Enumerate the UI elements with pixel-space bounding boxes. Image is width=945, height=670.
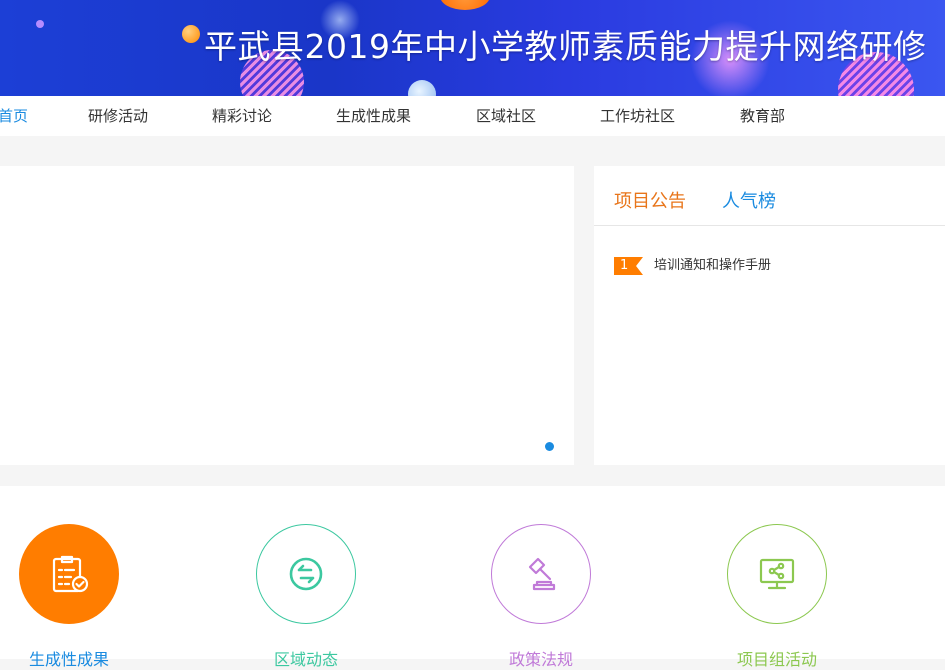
nav-item-outcomes[interactable]: 生成性成果 xyxy=(336,96,411,136)
feature-label[interactable]: 项目组活动 xyxy=(697,650,857,670)
nav-item-workshop[interactable]: 工作坊社区 xyxy=(600,96,675,136)
monitor-share-icon[interactable] xyxy=(727,524,827,624)
nav-item-home[interactable]: 首页 xyxy=(0,96,28,136)
feature-outcomes[interactable]: 生成性成果 xyxy=(19,524,119,669)
notice-panel: 项目公告 人气榜 1 培训通知和操作手册 xyxy=(594,166,945,465)
site-title: 平武县2019年中小学教师素质能力提升网络研修 xyxy=(204,27,927,66)
tab-popular[interactable]: 人气榜 xyxy=(722,190,776,214)
feature-project-activity[interactable]: 项目组活动 xyxy=(727,524,827,669)
rank-badge: 1 xyxy=(614,257,643,275)
notice-title[interactable]: 培训通知和操作手册 xyxy=(654,256,771,276)
exchange-arrows-icon[interactable] xyxy=(256,524,356,624)
carousel-dot[interactable] xyxy=(545,442,554,451)
banner-carousel[interactable] xyxy=(0,166,574,465)
banner-orb-decoration xyxy=(440,0,490,10)
feature-label[interactable]: 区域动态 xyxy=(226,650,386,670)
clipboard-check-icon[interactable] xyxy=(19,524,119,624)
header-banner: 平武县2019年中小学教师素质能力提升网络研修 xyxy=(0,0,945,96)
nav-item-discussions[interactable]: 精彩讨论 xyxy=(212,96,272,136)
nav-item-activities[interactable]: 研修活动 xyxy=(88,96,148,136)
banner-orb-decoration xyxy=(408,80,436,96)
nav-item-region[interactable]: 区域社区 xyxy=(476,96,536,136)
banner-orb-decoration xyxy=(182,25,200,43)
tab-announcements[interactable]: 项目公告 xyxy=(614,190,686,214)
feature-label[interactable]: 生成性成果 xyxy=(0,650,149,670)
feature-section: 生成性成果 区域动态 政策法规 项目组活动 xyxy=(0,486,945,669)
main-nav: 首页 研修活动 精彩讨论 生成性成果 区域社区 工作坊社区 教育部 xyxy=(0,96,945,136)
feature-policy[interactable]: 政策法规 xyxy=(491,524,591,669)
feature-region-news[interactable]: 区域动态 xyxy=(256,524,356,669)
feature-label[interactable]: 政策法规 xyxy=(461,650,621,670)
banner-orb-decoration xyxy=(36,20,44,28)
nav-item-ministry[interactable]: 教育部 xyxy=(740,96,785,136)
panel-tabs: 项目公告 人气榜 xyxy=(594,166,945,226)
gavel-icon[interactable] xyxy=(491,524,591,624)
